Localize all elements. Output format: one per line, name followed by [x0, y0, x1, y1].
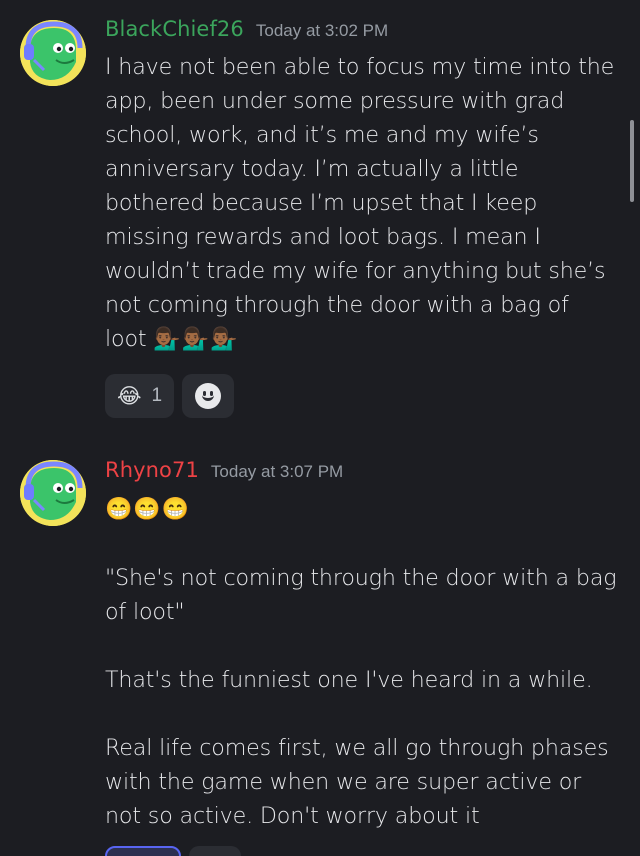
reactions-bar: 😂 1: [105, 374, 235, 418]
reaction-count: 1: [151, 385, 163, 406]
scrollbar[interactable]: [630, 120, 634, 202]
shrug-emoji: 💁🏾‍♂️💁🏾‍♂️💁🏾‍♂️: [153, 327, 239, 352]
grin-emoji-line: 😁😁😁: [105, 497, 191, 522]
text-line: wouldn’t trade my wife for anything but …: [105, 258, 606, 284]
add-reaction-button[interactable]: [182, 374, 235, 418]
text-line: school, work, and it’s me and my wife’s: [105, 122, 539, 148]
text-line: not so active. Don't worry about it: [105, 803, 480, 829]
text-line: missing rewards and loot bags. I mean I: [105, 224, 541, 250]
message-header: BlackChief26 Today at 3:02 PM: [105, 17, 388, 47]
avatar[interactable]: [20, 20, 86, 86]
timestamp: Today at 3:07 PM: [210, 462, 344, 481]
username[interactable]: BlackChief26: [105, 17, 244, 41]
headset-avatar-icon: [20, 460, 86, 526]
username[interactable]: Rhyno71: [105, 458, 199, 482]
add-reaction-smile-icon: [195, 383, 222, 409]
text-line: bothered because I’m upset that I keep: [105, 190, 538, 216]
text-line: with the game when we are super active o…: [105, 769, 582, 795]
reaction-chip[interactable]: [105, 846, 181, 856]
text-line: I have not been able to focus my time in…: [105, 54, 615, 80]
text-line: loot 💁🏾‍♂️💁🏾‍♂️💁🏾‍♂️: [105, 322, 625, 357]
text-line: anniversary today. I’m actually a little: [105, 156, 519, 182]
text-line: "She's not coming through the door with …: [105, 565, 617, 591]
text-line: That's the funniest one I've heard in a …: [105, 667, 593, 693]
reaction-laugh[interactable]: 😂 1: [105, 374, 175, 418]
text-line: app, been under some pressure with grad: [105, 88, 565, 114]
text-line: not coming through the door with a bag o…: [105, 292, 569, 318]
headset-avatar-icon: [20, 20, 86, 86]
message-header: Rhyno71 Today at 3:07 PM: [105, 458, 343, 488]
text-line: of loot": [105, 599, 185, 625]
avatar[interactable]: [20, 460, 86, 526]
message-content: 😁😁😁 "She's not coming through the door w…: [105, 493, 625, 833]
add-reaction-button[interactable]: [189, 846, 241, 856]
laughing-emoji-icon: 😂: [117, 384, 142, 408]
text-line: Real life comes first, we all go through…: [105, 735, 609, 761]
message-content: I have not been able to focus my time in…: [105, 50, 625, 357]
text-fragment: loot: [105, 326, 147, 352]
reactions-bar: [105, 846, 241, 856]
timestamp: Today at 3:02 PM: [255, 21, 389, 40]
